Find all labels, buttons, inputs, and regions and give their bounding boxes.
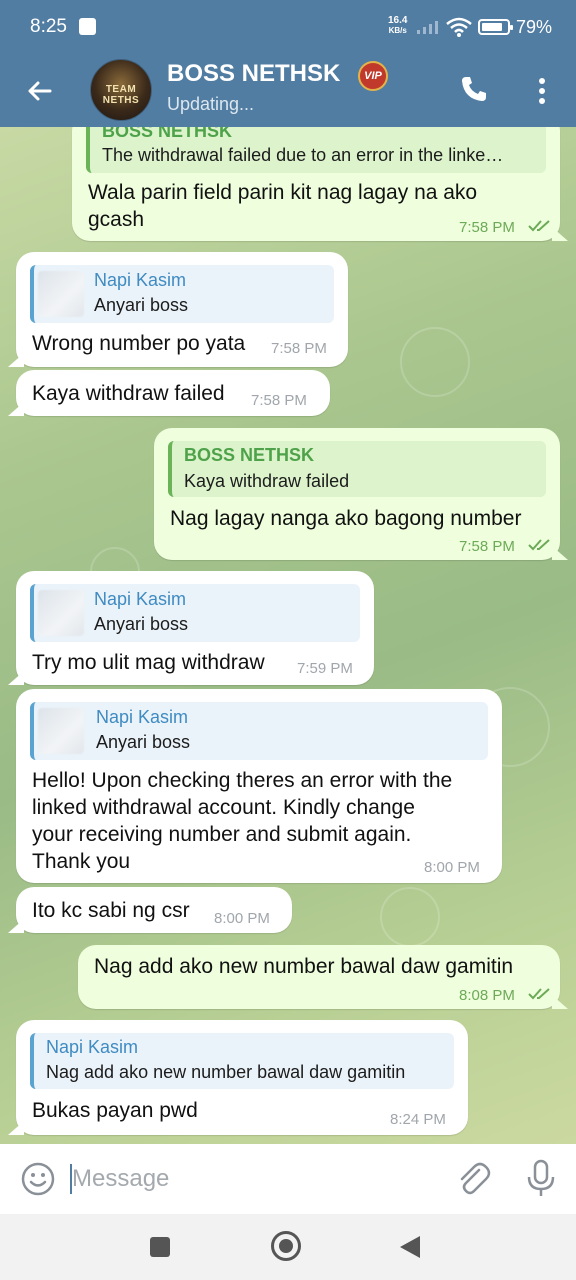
message-bubble-incoming[interactable]: Napi Kasim Anyari boss Hello! Upon check…	[16, 689, 502, 883]
system-nav-bar	[0, 1214, 576, 1280]
reply-text: The withdrawal failed due to an error in…	[102, 145, 504, 165]
message-time: 7:58 PM	[459, 538, 515, 555]
reply-text: Anyari boss	[96, 732, 191, 752]
reply-text: Anyari boss	[94, 614, 189, 634]
message-time: 8:00 PM	[214, 910, 270, 927]
reply-preview[interactable]: Napi Kasim Anyari boss	[30, 265, 334, 323]
network-speed: 16.4 KB/s	[388, 16, 407, 36]
message-bubble-outgoing[interactable]: Nag add ako new number bawal daw gamitin…	[78, 945, 560, 1009]
reply-sender: Napi Kasim	[46, 1037, 139, 1057]
message-time: 8:08 PM	[459, 987, 515, 1004]
reply-thumbnail	[38, 271, 84, 317]
phone-icon[interactable]	[458, 73, 490, 105]
recent-apps-button[interactable]	[150, 1237, 170, 1257]
status-time: 8:25	[30, 16, 67, 37]
reply-sender: Napi Kasim	[96, 707, 189, 727]
mic-icon[interactable]	[524, 1158, 558, 1198]
message-text: Try mo ulit mag withdraw	[32, 651, 265, 674]
reply-sender: Napi Kasim	[94, 589, 187, 609]
message-bubble-incoming[interactable]: Napi Kasim Anyari boss Wrong number po y…	[16, 252, 348, 367]
message-text: Nag add ako new number bawal daw gamitin	[94, 955, 514, 978]
vip-badge: VIP	[358, 61, 388, 91]
message-list[interactable]: BOSS NETHSK The withdrawal failed due to…	[0, 127, 576, 1144]
avatar-text: TEAM NETHS	[102, 84, 140, 106]
message-bubble-outgoing[interactable]: BOSS NETHSK Kaya withdraw failed Nag lag…	[154, 428, 560, 560]
chat-header: TEAM NETHS BOSS NETHSK VIP Updating...	[0, 55, 576, 127]
reply-preview[interactable]: Napi Kasim Nag add ako new number bawal …	[30, 1033, 454, 1089]
signal-icon	[417, 21, 438, 34]
network-speed-value: 16.4	[388, 15, 408, 26]
double-check-icon	[528, 539, 550, 551]
wallpaper-doodle	[400, 327, 470, 397]
message-text: Bukas payan pwd	[32, 1099, 198, 1122]
message-text: Hello! Upon checking theres an error wit…	[32, 767, 492, 875]
message-bubble-incoming[interactable]: Kaya withdraw failed 7:58 PM	[16, 370, 330, 416]
paperclip-icon[interactable]	[455, 1160, 491, 1198]
reply-preview[interactable]: Napi Kasim Anyari boss	[30, 584, 360, 642]
back-arrow-icon[interactable]	[22, 73, 58, 109]
message-time: 8:24 PM	[390, 1111, 446, 1128]
message-line: Thank you	[32, 850, 131, 873]
chat-title[interactable]: BOSS NETHSK	[167, 60, 340, 88]
battery-percent: 79%	[516, 17, 553, 37]
network-speed-unit: KB/s	[388, 26, 407, 35]
home-button[interactable]	[271, 1231, 301, 1261]
message-bubble-incoming[interactable]: Napi Kasim Nag add ako new number bawal …	[16, 1020, 468, 1135]
battery-icon	[478, 19, 513, 35]
reply-text: Nag add ako new number bawal daw gamitin	[46, 1062, 406, 1082]
avatar[interactable]: TEAM NETHS	[90, 59, 152, 121]
message-time: 8:00 PM	[424, 859, 480, 876]
status-bar: 8:25 16.4 KB/s 79%	[0, 0, 576, 55]
more-vert-icon[interactable]	[530, 73, 554, 109]
message-bubble-outgoing[interactable]: BOSS NETHSK The withdrawal failed due to…	[72, 127, 560, 241]
message-text: Kaya withdraw failed	[32, 382, 225, 405]
back-button[interactable]	[400, 1236, 420, 1258]
reply-preview[interactable]: BOSS NETHSK The withdrawal failed due to…	[86, 127, 546, 173]
chat-status: Updating...	[167, 94, 255, 114]
emoji-icon[interactable]	[20, 1161, 56, 1197]
reply-preview[interactable]: Napi Kasim Anyari boss	[30, 702, 488, 760]
reply-sender: BOSS NETHSK	[102, 127, 233, 141]
reply-text: Anyari boss	[94, 295, 189, 315]
message-text: Wrong number po yata	[32, 332, 246, 355]
message-text: Nag lagay nanga ako bagong number	[170, 507, 522, 530]
message-text: Ito kc sabi ng csr	[32, 899, 190, 922]
message-time: 7:58 PM	[459, 219, 515, 236]
wifi-icon	[446, 17, 472, 37]
message-time: 7:59 PM	[297, 660, 353, 677]
reply-thumbnail	[38, 708, 84, 754]
wallpaper-doodle	[380, 887, 440, 947]
message-line: Hello! Upon checking theres an error wit…	[32, 769, 453, 792]
composer	[0, 1144, 576, 1214]
reply-sender: Napi Kasim	[94, 270, 187, 290]
message-line: linked withdrawal account. Kindly change	[32, 796, 415, 819]
notification-icon	[79, 18, 96, 35]
reply-thumbnail	[38, 590, 84, 636]
message-bubble-incoming[interactable]: Ito kc sabi ng csr 8:00 PM	[16, 887, 292, 933]
message-text: Wala parin field parin kit nag lagay na …	[88, 181, 478, 231]
double-check-icon	[528, 220, 550, 232]
double-check-icon	[528, 988, 550, 1000]
reply-preview[interactable]: BOSS NETHSK Kaya withdraw failed	[168, 441, 546, 497]
message-time: 7:58 PM	[251, 392, 307, 409]
message-line: your receiving number and submit again.	[32, 823, 412, 846]
message-input[interactable]	[72, 1162, 432, 1196]
reply-text: Kaya withdraw failed	[184, 471, 350, 491]
message-time: 7:58 PM	[271, 340, 327, 357]
message-bubble-incoming[interactable]: Napi Kasim Anyari boss Try mo ulit mag w…	[16, 571, 374, 685]
reply-sender: BOSS NETHSK	[184, 445, 315, 465]
